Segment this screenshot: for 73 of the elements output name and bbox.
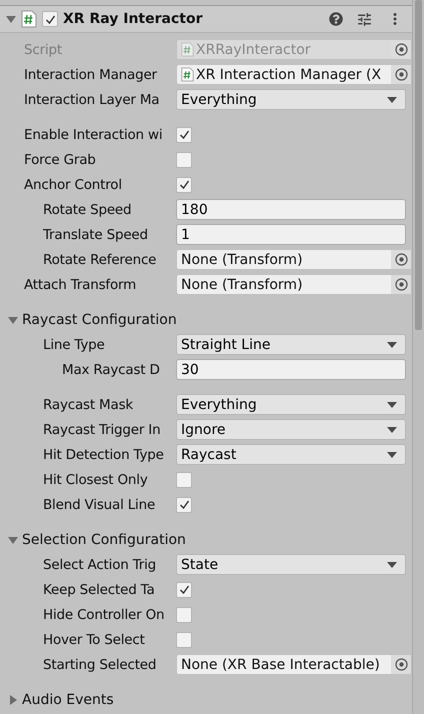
dropdown[interactable]: Everything bbox=[176, 394, 406, 415]
checkbox[interactable] bbox=[176, 582, 192, 598]
caret-icon bbox=[387, 562, 397, 568]
object-picker-icon[interactable] bbox=[394, 278, 408, 291]
field-label: Script bbox=[24, 42, 63, 58]
checkbox[interactable] bbox=[176, 176, 192, 192]
field-label: Blend Visual Line bbox=[43, 496, 156, 512]
field-label: Line Type bbox=[43, 336, 106, 352]
field-label: Force Grab bbox=[24, 152, 97, 168]
script-icon bbox=[21, 10, 37, 28]
checkbox[interactable] bbox=[176, 496, 192, 512]
field-label: Hide Controller On bbox=[43, 606, 166, 622]
dropdown[interactable]: Straight Line bbox=[176, 334, 406, 355]
checkbox[interactable] bbox=[176, 472, 192, 488]
foldout-arrow-icon[interactable] bbox=[8, 534, 18, 544]
field-label: Translate Speed bbox=[43, 226, 149, 242]
foldout-arrow-icon[interactable] bbox=[8, 314, 18, 324]
caret-icon bbox=[387, 402, 397, 408]
field-label: Anchor Control bbox=[24, 176, 123, 192]
settings-icon[interactable] bbox=[356, 10, 373, 28]
section-title[interactable]: Selection Configuration bbox=[22, 532, 186, 548]
dropdown[interactable]: Everything bbox=[176, 89, 406, 110]
field-label: Keep Selected Ta bbox=[43, 582, 156, 598]
foldout-arrow-icon[interactable] bbox=[8, 694, 18, 704]
caret-icon bbox=[387, 426, 397, 432]
field-label: Starting Selected bbox=[43, 656, 158, 672]
number-field[interactable]: 180 bbox=[176, 199, 406, 220]
script-icon bbox=[181, 67, 194, 82]
number-field[interactable]: 30 bbox=[176, 359, 406, 380]
object-picker-icon[interactable] bbox=[394, 68, 408, 81]
field-label: Attach Transform bbox=[24, 276, 138, 292]
object-field[interactable]: None (XR Base Interactable) bbox=[176, 654, 412, 675]
foldout-arrow-icon[interactable] bbox=[6, 14, 16, 24]
field-label: Raycast Mask bbox=[43, 396, 134, 412]
caret-icon bbox=[387, 452, 397, 458]
object-picker-icon[interactable] bbox=[394, 658, 408, 671]
script-icon bbox=[181, 42, 194, 57]
checkbox[interactable] bbox=[176, 632, 192, 648]
dropdown[interactable]: Ignore bbox=[176, 419, 406, 440]
field-label: Hit Closest Only bbox=[43, 472, 149, 488]
component-title: XR Ray Interactor bbox=[63, 11, 204, 27]
caret-icon bbox=[387, 342, 397, 348]
field-label: Interaction Layer Ma bbox=[24, 92, 160, 108]
field-label: Enable Interaction wi bbox=[24, 126, 164, 142]
dropdown[interactable]: State bbox=[176, 554, 406, 575]
check-icon bbox=[178, 499, 190, 510]
number-field[interactable]: 1 bbox=[176, 224, 406, 245]
checkbox[interactable] bbox=[176, 126, 192, 142]
scrollbar[interactable] bbox=[412, 0, 424, 714]
checkbox[interactable] bbox=[176, 152, 192, 168]
object-picker-icon[interactable] bbox=[394, 253, 408, 266]
checkbox[interactable] bbox=[176, 606, 192, 622]
dropdown[interactable]: Raycast bbox=[176, 444, 406, 465]
check-icon bbox=[178, 179, 190, 190]
section-title[interactable]: Audio Events bbox=[22, 692, 114, 708]
field-label: Hit Detection Type bbox=[43, 446, 165, 462]
field-label: Interaction Manager bbox=[24, 66, 158, 82]
field-label: Raycast Trigger In bbox=[43, 422, 162, 438]
help-icon[interactable] bbox=[329, 12, 343, 26]
caret-icon bbox=[387, 96, 397, 102]
object-field[interactable]: None (Transform) bbox=[176, 249, 412, 270]
field-label: Max Raycast D bbox=[62, 362, 161, 378]
check-icon bbox=[178, 584, 190, 595]
enabled-checkbox[interactable] bbox=[42, 11, 58, 27]
field-label: Select Action Trig bbox=[43, 556, 158, 572]
field-label: Rotate Reference bbox=[43, 252, 158, 268]
check-icon bbox=[178, 129, 190, 140]
object-field[interactable]: None (Transform) bbox=[176, 274, 412, 295]
field-label: Rotate Speed bbox=[43, 202, 132, 218]
check-icon bbox=[44, 14, 56, 24]
field-label: Hover To Select bbox=[43, 632, 146, 648]
section-title[interactable]: Raycast Configuration bbox=[22, 312, 177, 328]
object-field[interactable]: XR Interaction Manager (X bbox=[176, 64, 412, 85]
